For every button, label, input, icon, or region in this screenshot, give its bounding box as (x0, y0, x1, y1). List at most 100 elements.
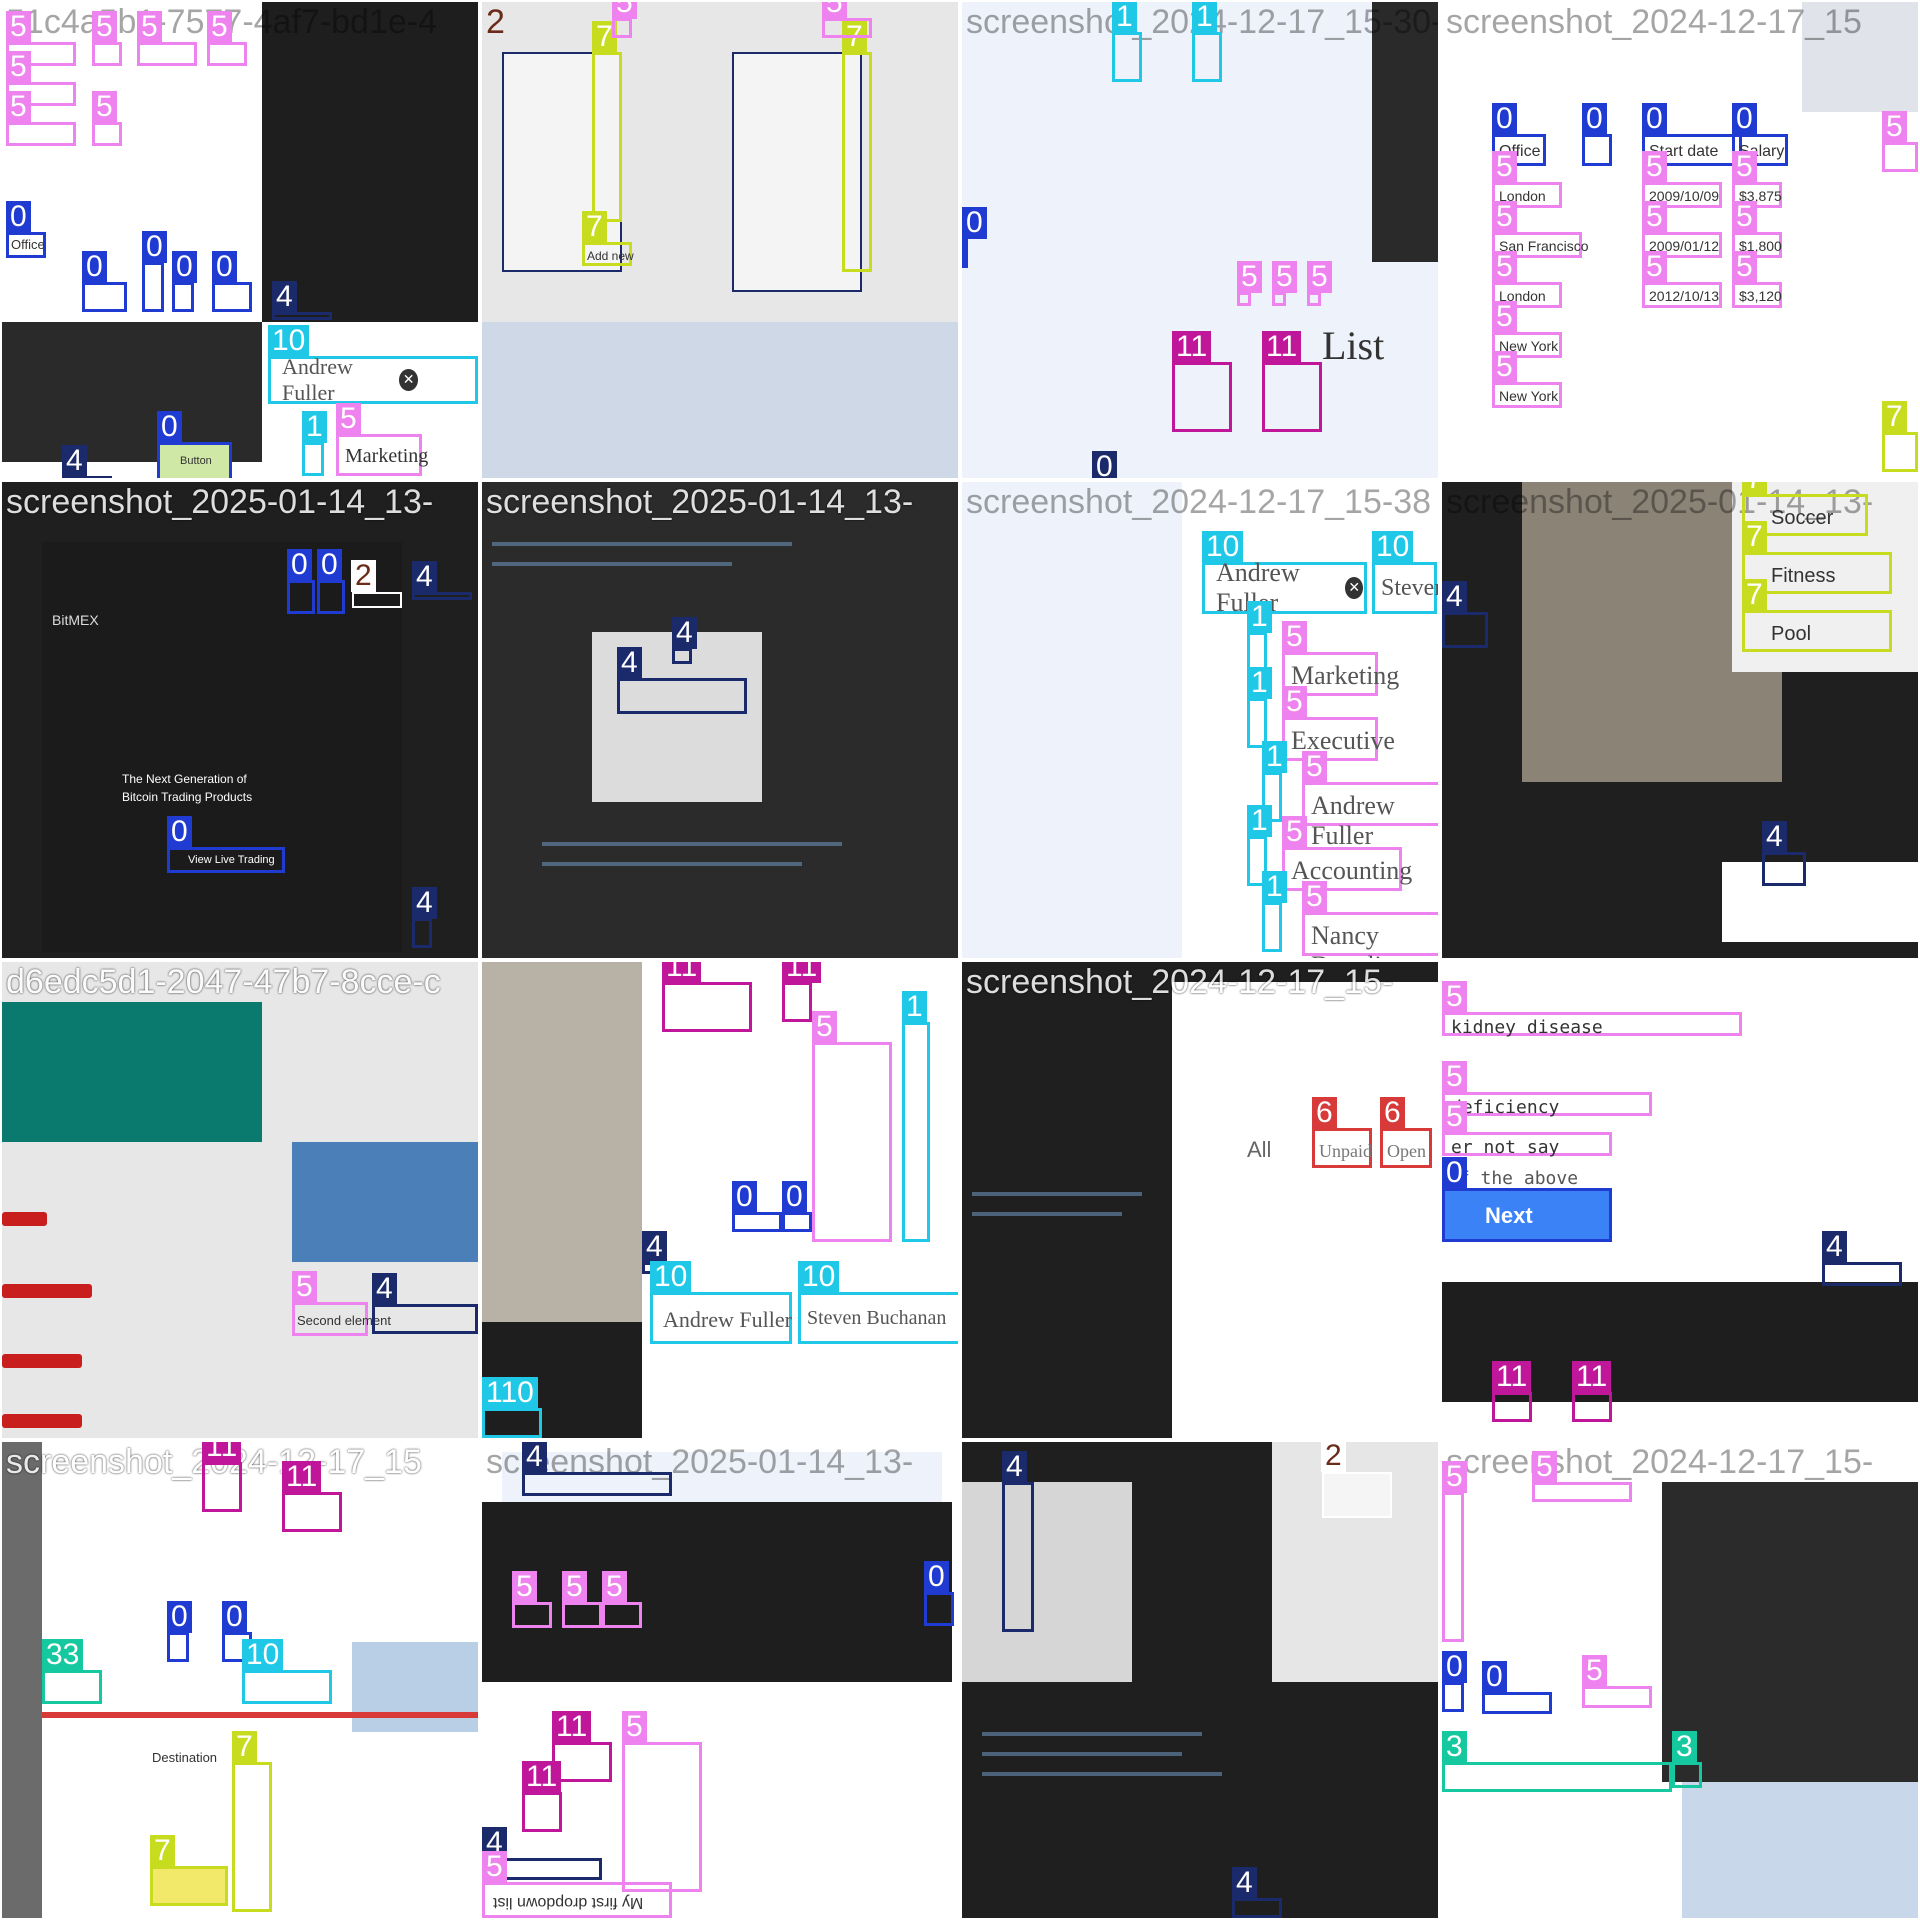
region-box: 4 (1002, 1451, 1034, 1632)
select-box[interactable]: 7 (1882, 401, 1918, 472)
highlight-box[interactable]: 7 (150, 1835, 228, 1906)
annotation-label: 5 (602, 1571, 627, 1603)
login-button-box[interactable]: 0 (317, 549, 345, 614)
option-box[interactable]: 5 deficiency (1442, 1061, 1652, 1118)
checkbox-box[interactable]: 1 (302, 411, 327, 476)
small-box: 5 (1237, 261, 1262, 306)
list-box[interactable]: 7 (842, 21, 872, 272)
toolbar-box[interactable]: 3 (1442, 1731, 1672, 1792)
code-line (972, 1192, 1142, 1196)
chip-box[interactable]: 110 (482, 1377, 542, 1438)
annotation-label: 10 (650, 1261, 692, 1293)
annotation-label: 5 (1642, 251, 1667, 283)
option-box[interactable]: 5 kidney disease (1442, 981, 1742, 1038)
annotation-label: 1 (1247, 601, 1272, 633)
button-box[interactable]: 0 Button (157, 411, 232, 478)
widget-box[interactable]: 11 (202, 1442, 242, 1512)
checkbox-box[interactable]: 1 (1262, 871, 1287, 952)
annotation-label: 10 (268, 325, 310, 357)
add-new-button-box[interactable]: 7 Add new (582, 211, 634, 266)
widget-box[interactable]: 11 (1172, 331, 1232, 432)
annotation-label: 4 (272, 281, 297, 313)
annotation-label: 3 (1672, 1731, 1697, 1763)
input-box[interactable]: 0 (1482, 1661, 1552, 1714)
label-box: 5 (512, 1571, 552, 1628)
annotation-label: 5 (1642, 151, 1667, 183)
input-box[interactable]: 4 (372, 1273, 478, 1334)
next-button-box[interactable]: 0 Next (1442, 1157, 1612, 1242)
dark-pane (2, 322, 262, 462)
all-filter[interactable]: All (1247, 1137, 1271, 1163)
label-box: 5 (602, 1571, 642, 1628)
annotation-label: 0 (1442, 1157, 1467, 1189)
input-box[interactable]: 0 (142, 231, 167, 312)
annotation-label: 5 (512, 1571, 537, 1603)
cell-office: 5 New York (1492, 351, 1562, 408)
icon-button[interactable]: 2 (1321, 1442, 1392, 1518)
header-box[interactable]: 0 Office (6, 201, 46, 258)
light-window (962, 1482, 1132, 1682)
widget-box[interactable]: 11 (1492, 1361, 1532, 1422)
open-filter-box[interactable]: 6 Open (1380, 1097, 1432, 1168)
chip-box[interactable]: 10Steven Buchanan (798, 1261, 958, 1344)
icon-box[interactable]: 1 (1192, 2, 1222, 82)
widget-box[interactable]: 11 (662, 962, 752, 1032)
edge-box[interactable]: 0 (962, 207, 987, 268)
annotation-label: 5 (812, 1011, 837, 1043)
tile-13: screenshot_2024-12-17_15 11 11 0 0 33 10… (0, 1440, 480, 1920)
widget-box[interactable]: 11 (282, 1461, 342, 1532)
region-box: 4 (522, 1442, 672, 1496)
annotation-label: 11 (782, 962, 822, 983)
checkbox-column[interactable]: 1 (902, 991, 930, 1242)
annotation-label: 5 (1732, 201, 1757, 233)
widget-box[interactable]: 11 (1262, 331, 1322, 432)
language-select[interactable]: 2 (351, 560, 402, 608)
code-editor-panel (262, 2, 478, 322)
annotation-label: 4 (412, 887, 437, 919)
chip-box[interactable]: 10 Andrew Fuller (650, 1261, 792, 1344)
cta-button-box[interactable]: 0 View Live Trading (167, 816, 285, 873)
dark-stripe (2, 1212, 47, 1226)
input-box[interactable]: 0 (1442, 1651, 1467, 1712)
icon-box[interactable]: 1 (1112, 2, 1142, 82)
list-box[interactable]: 7 (232, 1731, 272, 1912)
input-box[interactable]: 0 (782, 1181, 812, 1232)
input-box[interactable]: 0 (82, 251, 127, 312)
annotation-label: 5 (1307, 261, 1332, 293)
region-box: 4 (272, 281, 332, 320)
menu-item-box[interactable]: 7 Pool (1742, 579, 1892, 652)
annotation-label: 5 (1492, 251, 1517, 283)
options-box[interactable]: 5 (1882, 111, 1918, 172)
input-box[interactable]: 0 (732, 1181, 782, 1232)
remove-icon[interactable]: ✕ (399, 369, 418, 391)
toolbar-box[interactable]: 3 (1672, 1731, 1702, 1788)
input-box[interactable]: 0 (167, 1601, 192, 1662)
annotation-label: 5 (92, 91, 117, 123)
register-button-box[interactable]: 0 (287, 549, 315, 614)
person-chip[interactable]: Andrew Fuller✕ (272, 354, 418, 405)
annotation-label: 4 (1762, 821, 1787, 853)
annotation-label: 5 (822, 2, 847, 19)
widget-box[interactable]: 11 (522, 1761, 562, 1832)
list-box[interactable]: 7 (592, 21, 622, 222)
scroll-box[interactable]: 0 (924, 1561, 954, 1626)
toolbar-box[interactable]: 33 (42, 1639, 102, 1704)
input-box[interactable]: 0 (212, 251, 252, 312)
dropdown-box[interactable]: 5 My first dropdown list (482, 1851, 672, 1918)
annotation-label: 0 (287, 549, 312, 581)
option-box[interactable]: 5 er not say (1442, 1101, 1612, 1158)
unpaid-filter-box[interactable]: 6 Unpaid (1312, 1097, 1372, 1168)
annotation-label: 7 (582, 211, 607, 243)
remove-icon[interactable]: ✕ (1345, 577, 1363, 599)
header-age[interactable]: 0 (1582, 103, 1612, 166)
input-box[interactable]: 0 (172, 251, 197, 312)
annotation-label: 0 (157, 411, 182, 443)
person-chip[interactable]: Andrew Fuller✕ (1206, 558, 1363, 617)
widget-box[interactable]: 11 (1572, 1361, 1612, 1422)
annotation-label: 5 (612, 2, 637, 19)
widget-box[interactable]: 11 (782, 962, 822, 1022)
chip-box[interactable]: 10Steven Buchanan (1372, 531, 1438, 614)
label-box: 5 (612, 2, 637, 38)
annotation-label: 5 (482, 1851, 507, 1883)
chip-box[interactable]: 10 (242, 1639, 332, 1704)
